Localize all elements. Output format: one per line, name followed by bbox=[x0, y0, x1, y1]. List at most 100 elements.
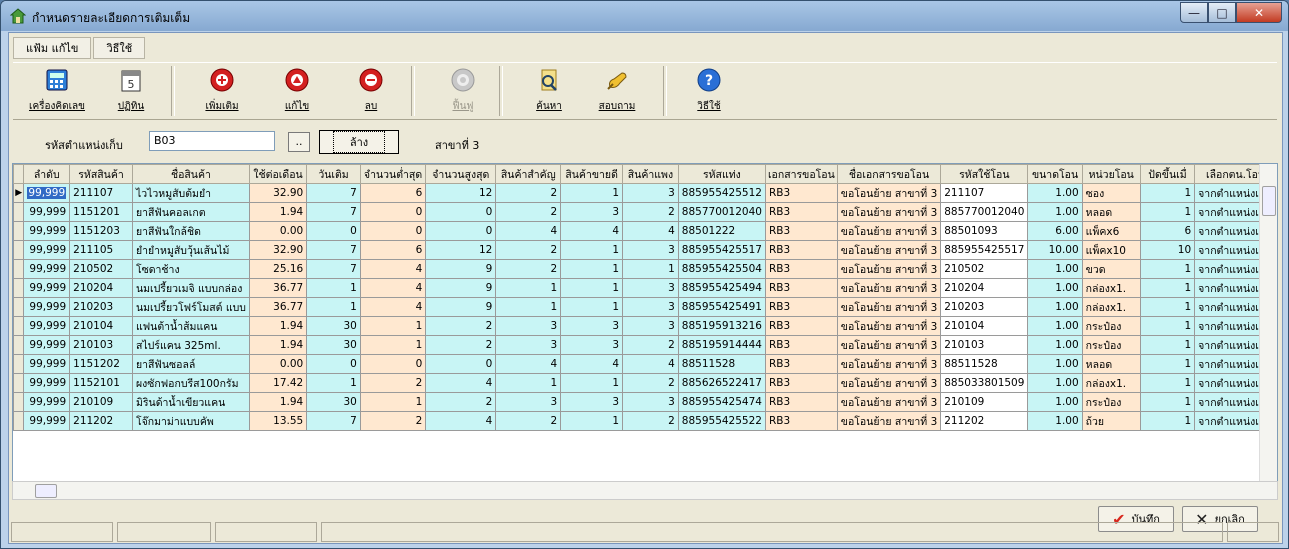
table-cell[interactable]: 1.00 bbox=[1027, 183, 1083, 203]
table-cell[interactable]: 1.00 bbox=[1027, 411, 1083, 431]
delete-button[interactable]: ลบ bbox=[351, 67, 391, 117]
table-cell[interactable]: 3 bbox=[622, 316, 679, 336]
table-cell[interactable]: 99,999 bbox=[23, 335, 71, 355]
close-button[interactable]: ✕ bbox=[1236, 2, 1282, 23]
table-cell[interactable]: 1 bbox=[1139, 373, 1196, 393]
menu-file-edit[interactable]: แฟ้ม แก้ไข bbox=[13, 37, 92, 59]
table-cell[interactable]: 2 bbox=[495, 259, 562, 279]
table-cell[interactable]: ยาสีฟันซอลล์ bbox=[131, 354, 250, 374]
search-button[interactable]: ค้นหา bbox=[527, 67, 571, 117]
table-cell[interactable]: 13.55 bbox=[248, 411, 308, 431]
table-cell[interactable]: 1.00 bbox=[1027, 354, 1083, 374]
table-cell[interactable]: 210203 bbox=[69, 297, 133, 317]
table-cell[interactable]: กล่องx1. bbox=[1081, 278, 1141, 298]
table-cell[interactable]: 1151203 bbox=[69, 221, 133, 241]
table-cell[interactable]: RB3 bbox=[764, 335, 838, 355]
table-cell[interactable]: 1.94 bbox=[248, 316, 308, 336]
table-cell[interactable]: ขอโอนย้าย สาขาที่ 3 bbox=[836, 316, 942, 336]
column-header[interactable]: ลำดับ bbox=[23, 164, 71, 184]
table-cell[interactable]: 10.00 bbox=[1027, 240, 1083, 260]
table-cell[interactable]: 88501222 bbox=[677, 221, 766, 241]
table-cell[interactable]: 2 bbox=[495, 411, 562, 431]
table-cell[interactable]: 99,999 bbox=[23, 221, 71, 241]
table-cell[interactable]: 1 bbox=[1139, 183, 1196, 203]
table-cell[interactable]: 2 bbox=[622, 373, 679, 393]
table-cell[interactable]: 885195913216 bbox=[677, 316, 766, 336]
table-cell[interactable]: 1 bbox=[560, 183, 624, 203]
table-cell[interactable]: 99,999 bbox=[23, 354, 71, 374]
table-cell[interactable]: 885626522417 bbox=[677, 373, 766, 393]
table-cell[interactable]: 0 bbox=[425, 221, 497, 241]
table-cell[interactable]: 1.00 bbox=[1027, 202, 1083, 222]
table-row[interactable]: ▶ 99,999 211107 ไวไวหมูสับต้มยำ 32.90 7 6 12 2 1 3… bbox=[13, 183, 1277, 203]
column-header[interactable]: สินค้าแพง bbox=[622, 164, 679, 184]
table-cell[interactable]: ขอโอนย้าย สาขาที่ 3 bbox=[836, 335, 942, 355]
table-cell[interactable]: 885195914444 bbox=[677, 335, 766, 355]
table-cell[interactable]: 885033801509 bbox=[940, 373, 1029, 393]
table-cell[interactable]: กล่องx1. bbox=[1081, 297, 1141, 317]
table-cell[interactable]: 4 bbox=[425, 411, 497, 431]
table-row[interactable]: 99,999 1151202 ยาสีฟันซอลล์ 0.00 0 0 0 4 4 4 88511… bbox=[13, 354, 1277, 374]
inquiry-button[interactable]: สอบถาม bbox=[595, 67, 639, 117]
table-cell[interactable]: 3 bbox=[495, 392, 562, 412]
table-cell[interactable]: 99,999 bbox=[23, 297, 71, 317]
table-cell[interactable]: 1 bbox=[1139, 297, 1196, 317]
table-row[interactable]: 99,999 1151203 ยาสีฟันใกล้ชิด 0.00 0 0 0 4 4 4 885… bbox=[13, 221, 1277, 241]
row-indicator[interactable] bbox=[13, 411, 25, 431]
table-cell[interactable]: 30 bbox=[306, 335, 361, 355]
table-cell[interactable]: 1 bbox=[1139, 354, 1196, 374]
table-cell[interactable]: 6 bbox=[359, 183, 427, 203]
table-cell[interactable]: 2 bbox=[425, 316, 497, 336]
table-cell[interactable]: หลอด bbox=[1081, 202, 1141, 222]
table-cell[interactable]: 4 bbox=[359, 297, 427, 317]
table-cell[interactable]: 6 bbox=[1139, 221, 1196, 241]
row-indicator[interactable] bbox=[13, 202, 25, 222]
table-cell[interactable]: 210109 bbox=[940, 392, 1029, 412]
help-button[interactable]: ? วิธีใช้ bbox=[689, 67, 729, 117]
table-cell[interactable]: RB3 bbox=[764, 411, 838, 431]
table-row[interactable]: 99,999 210203 นมเปรี้ยวโฟร์โมสต์ แบบ 36.77 1… bbox=[13, 297, 1277, 317]
table-cell[interactable]: 3 bbox=[560, 392, 624, 412]
column-header[interactable]: รหัสสินค้า bbox=[69, 164, 133, 184]
table-cell[interactable]: 210203 bbox=[940, 297, 1029, 317]
table-cell[interactable]: 3 bbox=[560, 316, 624, 336]
table-cell[interactable]: ขอโอนย้าย สาขาที่ 3 bbox=[836, 259, 942, 279]
menu-help[interactable]: วิธีใช้ bbox=[93, 37, 146, 59]
table-cell[interactable]: ขอโอนย้าย สาขาที่ 3 bbox=[836, 221, 942, 241]
table-cell[interactable]: 3 bbox=[622, 392, 679, 412]
table-cell[interactable]: 210204 bbox=[69, 278, 133, 298]
table-cell[interactable]: 99,999 bbox=[23, 392, 71, 412]
table-cell[interactable]: 2 bbox=[495, 202, 562, 222]
table-cell[interactable]: กระป๋อง bbox=[1081, 392, 1141, 412]
table-cell[interactable]: 1.00 bbox=[1027, 297, 1083, 317]
location-code-input[interactable] bbox=[149, 131, 275, 151]
table-cell[interactable]: 4 bbox=[425, 373, 497, 393]
table-cell[interactable]: 2 bbox=[359, 373, 427, 393]
column-header[interactable]: หน่วยโอน bbox=[1081, 164, 1141, 184]
column-header[interactable]: เอกสารขอโอน bbox=[764, 164, 838, 184]
table-cell[interactable]: 0 bbox=[359, 354, 427, 374]
table-cell[interactable]: 1 bbox=[359, 335, 427, 355]
table-cell[interactable]: 9 bbox=[425, 297, 497, 317]
table-cell[interactable]: 210103 bbox=[940, 335, 1029, 355]
table-cell[interactable]: 2 bbox=[622, 335, 679, 355]
table-cell[interactable]: 32.90 bbox=[248, 183, 308, 203]
table-cell[interactable]: 2 bbox=[359, 411, 427, 431]
table-cell[interactable]: 12 bbox=[425, 183, 497, 203]
table-cell[interactable]: กระป๋อง bbox=[1081, 316, 1141, 336]
table-cell[interactable]: 7 bbox=[306, 411, 361, 431]
table-cell[interactable]: 211105 bbox=[69, 240, 133, 260]
table-cell[interactable]: 210104 bbox=[940, 316, 1029, 336]
table-cell[interactable]: 1 bbox=[359, 392, 427, 412]
restore-button[interactable]: ฟื้นฟู bbox=[443, 67, 483, 117]
table-cell[interactable]: ซอง bbox=[1081, 183, 1141, 203]
table-cell[interactable]: กล่องx1. bbox=[1081, 373, 1141, 393]
table-cell[interactable]: 1 bbox=[495, 278, 562, 298]
title-bar[interactable]: กำหนดรายละเอียดการเติมเต็ม — □ ✕ bbox=[1, 1, 1288, 31]
table-cell[interactable]: 25.16 bbox=[248, 259, 308, 279]
table-cell[interactable]: 1 bbox=[560, 411, 624, 431]
table-cell[interactable]: หลอด bbox=[1081, 354, 1141, 374]
table-cell[interactable]: RB3 bbox=[764, 221, 838, 241]
table-cell[interactable]: 3 bbox=[495, 316, 562, 336]
table-cell[interactable]: 1.00 bbox=[1027, 335, 1083, 355]
